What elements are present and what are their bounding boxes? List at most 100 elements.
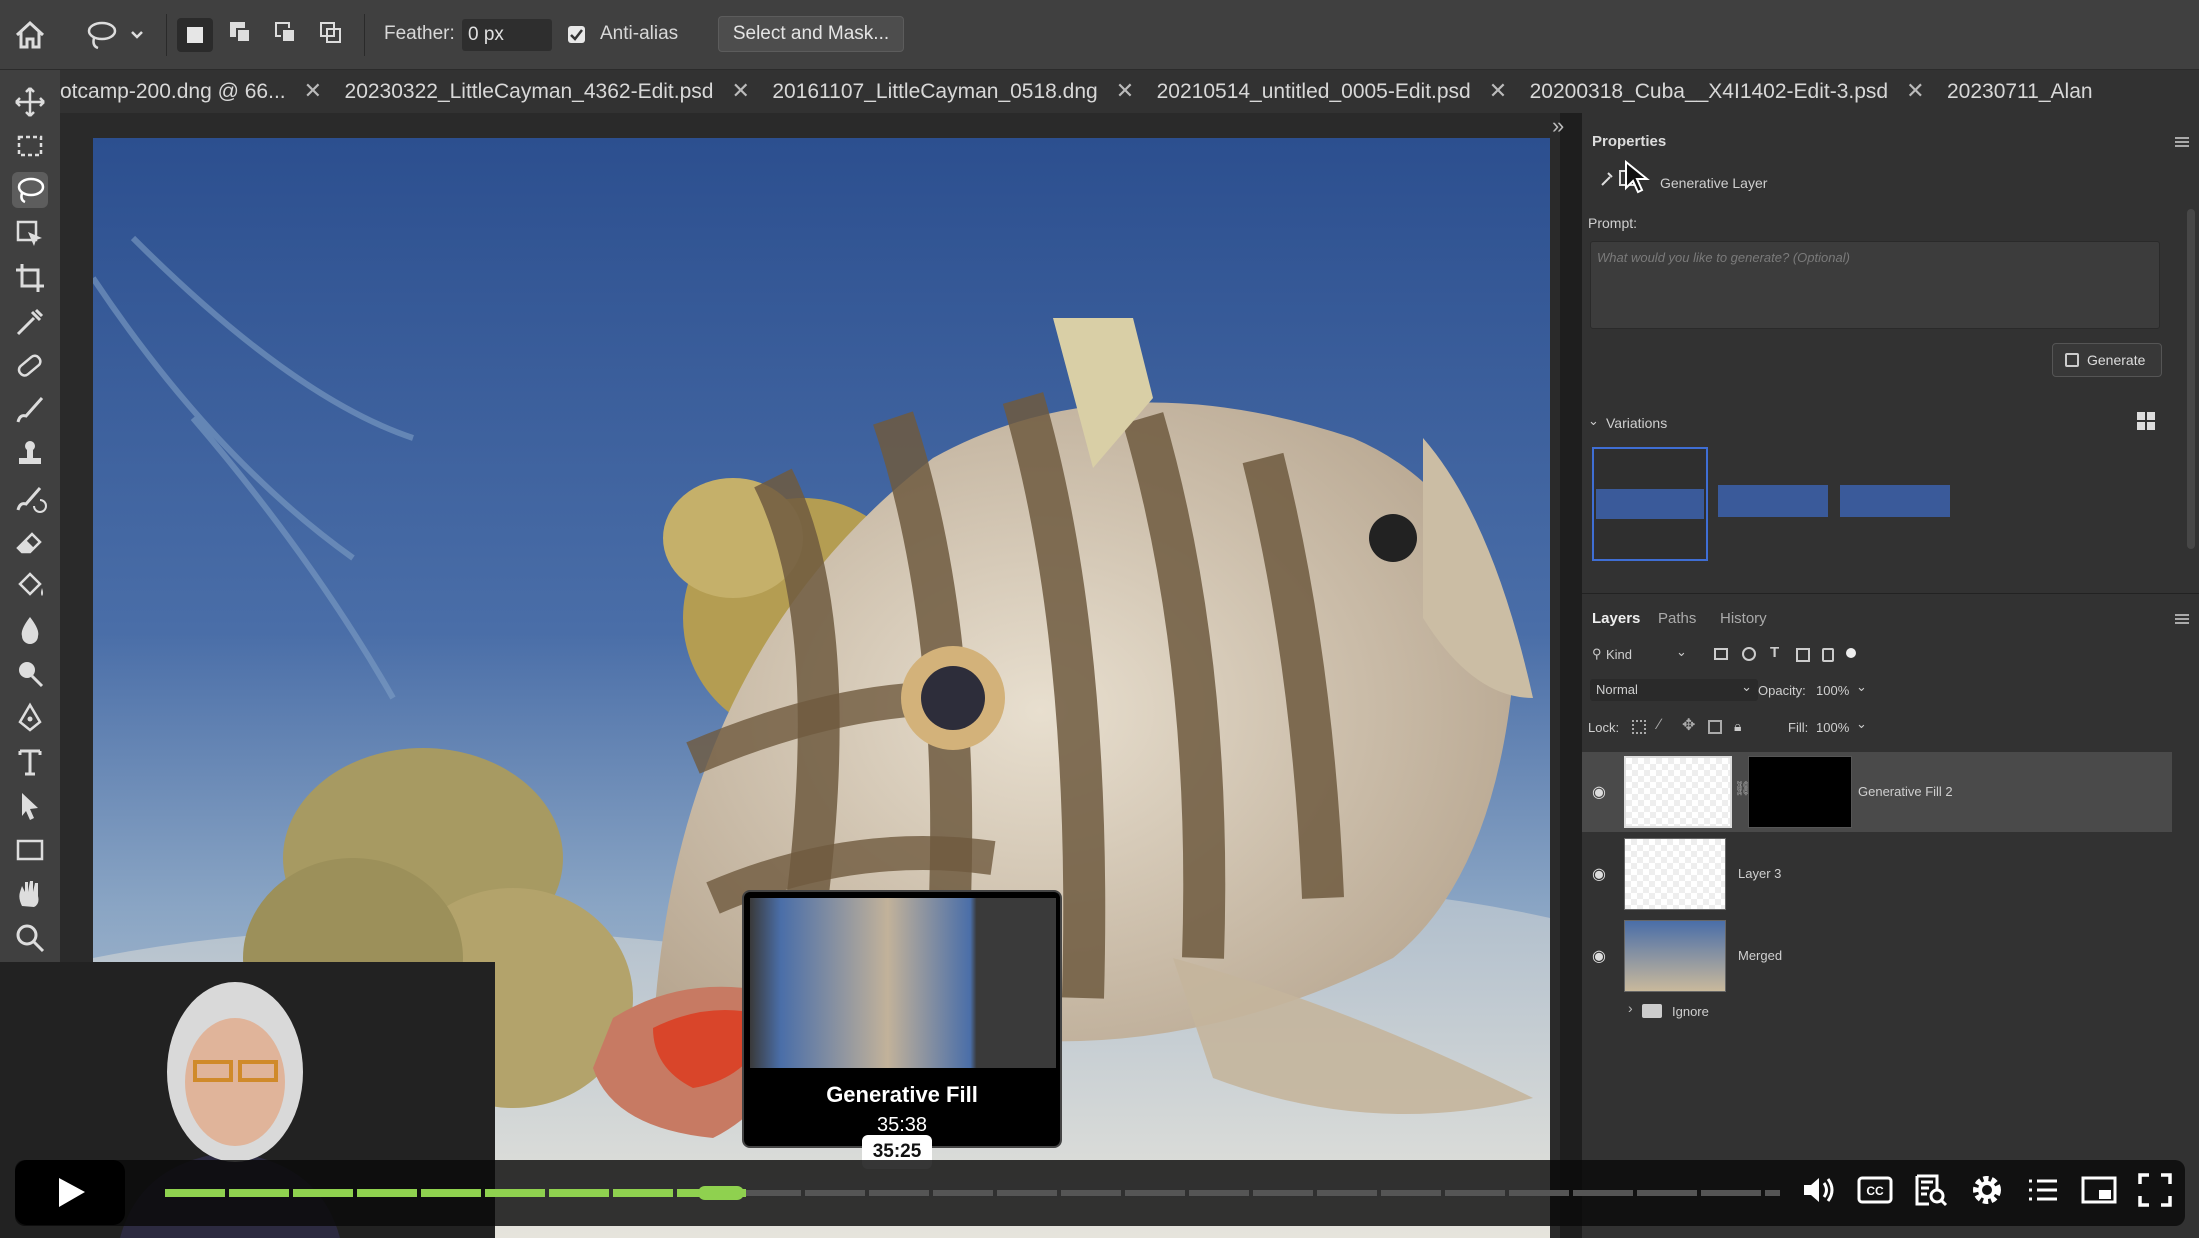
panel-menu-icon[interactable] xyxy=(2175,137,2189,147)
add-selection-icon[interactable] xyxy=(226,18,256,48)
subtract-selection-icon[interactable] xyxy=(271,18,301,48)
chevron-down-icon[interactable]: ⌄ xyxy=(1588,413,1599,429)
layer-row[interactable]: ◉ Merged xyxy=(1582,916,2172,996)
filter-type-icon[interactable]: T xyxy=(1770,644,1779,661)
layer-row[interactable]: ◉ ⛓ Generative Fill 2 xyxy=(1582,752,2172,832)
opacity-input[interactable]: 100% ⌄ xyxy=(1812,679,1872,701)
eye-icon[interactable]: ◉ xyxy=(1592,782,1606,802)
layer-name: Layer 3 xyxy=(1738,866,1782,881)
new-selection-icon[interactable] xyxy=(177,18,213,52)
home-icon[interactable] xyxy=(14,20,46,50)
tab-doc-6[interactable]: 20230711_Alan xyxy=(1935,70,2105,113)
volume-icon[interactable] xyxy=(1798,1170,1838,1210)
close-icon[interactable]: ✕ xyxy=(1110,78,1140,104)
filter-shape-icon[interactable] xyxy=(1796,648,1810,662)
move-tool-icon[interactable] xyxy=(12,84,48,120)
marquee-tool-icon[interactable] xyxy=(12,128,48,164)
generate-button[interactable]: Generate xyxy=(2052,343,2162,377)
layer-thumbnail xyxy=(1624,920,1726,992)
fill-input[interactable]: 100% ⌄ xyxy=(1812,716,1872,738)
tab-doc-5[interactable]: 20200318_Cuba__X4I1402-Edit-3.psd xyxy=(1518,70,1900,113)
variation-thumbnail[interactable] xyxy=(1592,447,1708,561)
layer-thumbnail xyxy=(1624,756,1732,828)
tab-doc-1[interactable]: otcamp-200.dng @ 66... xyxy=(55,70,298,113)
chapters-list-icon[interactable] xyxy=(2023,1170,2063,1210)
history-brush-tool-icon[interactable] xyxy=(12,480,48,516)
zoom-tool-icon[interactable] xyxy=(12,920,48,956)
tab-doc-3[interactable]: 20161107_LittleCayman_0518.dng xyxy=(760,70,1109,113)
scrollbar[interactable] xyxy=(2187,209,2195,549)
variation-thumbnail[interactable] xyxy=(1718,485,1828,517)
toolbar xyxy=(0,70,60,970)
scrub-preview-time: 35:38 xyxy=(876,1114,928,1136)
clone-stamp-tool-icon[interactable] xyxy=(12,436,48,472)
crop-tool-icon[interactable] xyxy=(12,260,48,296)
close-icon[interactable]: ✕ xyxy=(1900,78,1930,104)
filter-adjustment-icon[interactable] xyxy=(1742,647,1756,661)
pen-tool-icon[interactable] xyxy=(12,700,48,736)
lasso-tool-preset-icon[interactable] xyxy=(86,18,144,52)
hand-tool-icon[interactable] xyxy=(12,876,48,912)
type-tool-icon[interactable] xyxy=(12,744,48,780)
fullscreen-icon[interactable] xyxy=(2135,1170,2175,1210)
blur-tool-icon[interactable] xyxy=(12,612,48,648)
layer-type-label: Generative Layer xyxy=(1660,175,1768,191)
tab-paths[interactable]: Paths xyxy=(1658,610,1696,627)
properties-title: Properties xyxy=(1592,133,1667,150)
lock-image-icon[interactable]: ∕ xyxy=(1658,716,1661,733)
tab-layers[interactable]: Layers xyxy=(1592,610,1640,627)
filter-pixel-icon[interactable] xyxy=(1714,648,1728,660)
grid-view-icon[interactable] xyxy=(2136,411,2156,431)
collapse-panels-icon[interactable]: » xyxy=(1552,113,1582,138)
transcript-icon[interactable] xyxy=(1911,1170,1951,1210)
blend-mode-select[interactable]: Normal ⌄ xyxy=(1590,679,1758,701)
options-bar: Feather: 0 px Anti-alias Select and Mask… xyxy=(0,0,2199,70)
eye-icon[interactable]: ◉ xyxy=(1592,946,1606,966)
kind-filter[interactable]: ⚲ Kind ⌄ xyxy=(1590,644,1690,666)
path-selection-tool-icon[interactable] xyxy=(12,788,48,824)
fill-label: Fill: xyxy=(1788,720,1809,735)
close-icon[interactable]: ✕ xyxy=(298,78,328,104)
layer-name: Generative Fill 2 xyxy=(1858,784,1953,799)
close-icon[interactable]: ✕ xyxy=(1483,78,1513,104)
search-icon: ⚲ xyxy=(1592,646,1602,661)
play-button[interactable] xyxy=(15,1160,125,1225)
antialias-checkbox[interactable] xyxy=(568,26,585,43)
picture-in-picture-icon[interactable] xyxy=(2079,1170,2119,1210)
paint-bucket-tool-icon[interactable] xyxy=(12,568,48,604)
layer-row[interactable]: ◉ Layer 3 xyxy=(1582,834,2172,914)
brush-tool-icon[interactable] xyxy=(12,392,48,428)
variation-thumbnail[interactable] xyxy=(1840,485,1950,517)
tab-history[interactable]: History xyxy=(1720,610,1767,627)
tab-doc-4[interactable]: 20210514_untitled_0005-Edit.psd xyxy=(1145,70,1483,113)
lock-all-icon[interactable]: 🔒︎ xyxy=(1734,718,1741,735)
closed-captions-icon[interactable]: CC xyxy=(1855,1170,1895,1210)
folder-icon xyxy=(1642,1004,1662,1018)
settings-gear-icon[interactable] xyxy=(1967,1170,2007,1210)
intersect-selection-icon[interactable] xyxy=(316,18,346,48)
svg-text:CC: CC xyxy=(1866,1184,1884,1198)
select-and-mask-button[interactable]: Select and Mask... xyxy=(718,16,904,52)
eyedropper-tool-icon[interactable] xyxy=(12,304,48,340)
layer-group-row[interactable]: › Ignore xyxy=(1582,998,2172,1024)
healing-brush-tool-icon[interactable] xyxy=(12,348,48,384)
eraser-tool-icon[interactable] xyxy=(12,524,48,560)
object-selection-tool-icon[interactable] xyxy=(12,216,48,252)
lasso-tool-icon[interactable] xyxy=(12,172,48,208)
layer-name: Merged xyxy=(1738,948,1783,963)
lock-transparent-icon[interactable] xyxy=(1632,720,1646,734)
prompt-input[interactable]: What would you like to generate? (Option… xyxy=(1590,241,2160,329)
panel-menu-icon[interactable] xyxy=(2175,614,2189,624)
filter-smartobject-icon[interactable] xyxy=(1822,648,1834,662)
dodge-tool-icon[interactable] xyxy=(12,656,48,692)
tab-doc-2[interactable]: 20230322_LittleCayman_4362-Edit.psd xyxy=(333,70,726,113)
rectangle-tool-icon[interactable] xyxy=(12,832,48,868)
eye-icon[interactable]: ◉ xyxy=(1592,864,1606,884)
lock-position-icon[interactable]: ✥ xyxy=(1682,715,1695,735)
chevron-right-icon[interactable]: › xyxy=(1628,1000,1633,1016)
filter-toggle-icon[interactable] xyxy=(1846,648,1856,658)
progress-bar[interactable] xyxy=(165,1186,1780,1200)
close-icon[interactable]: ✕ xyxy=(725,78,755,104)
lock-artboard-icon[interactable] xyxy=(1708,720,1722,734)
feather-input[interactable]: 0 px xyxy=(462,19,552,51)
